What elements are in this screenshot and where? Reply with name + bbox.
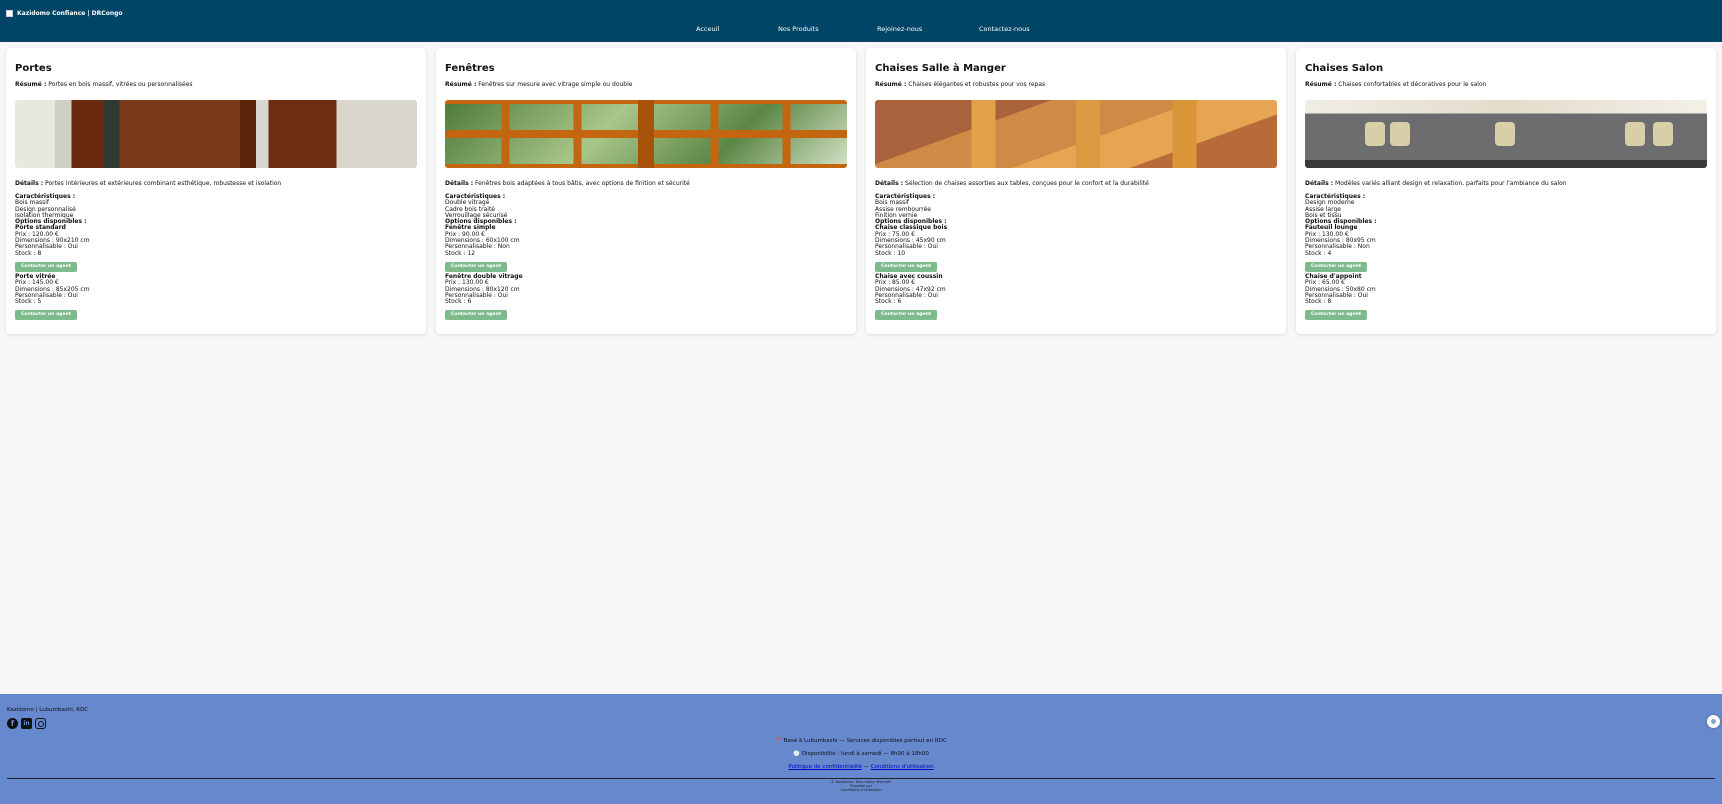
brand-title: Kazidomo Confiance | DRCongo [17, 10, 123, 17]
brand[interactable]: Kazidomo Confiance | DRCongo [6, 10, 123, 17]
pillow-shape [1390, 122, 1410, 146]
product-card-fenetres: Fenêtres Résumé : Fenêtres sur mesure av… [436, 48, 856, 334]
card-title: Chaises Salle à Manger [875, 63, 1006, 74]
footer-brand: Kazidomo | Lubumbashi, RDC [7, 707, 89, 713]
pillow-shape [1365, 122, 1385, 146]
product-card-chaises-salon: Chaises Salon Résumé : Chaises confortab… [1296, 48, 1716, 334]
pillow-shape [1625, 122, 1645, 146]
logo-icon [6, 10, 13, 17]
contact-agent-button[interactable]: Contacter un agent [1305, 261, 1367, 272]
top-navbar: Kazidomo Confiance | DRCongo Acceuil Nos… [0, 0, 1722, 42]
card-specs: Caractéristiques : Bois massif Design per… [15, 193, 90, 322]
footer-availability: 🕘 Disponibilité : lundi à samedi — 8h00 … [793, 751, 929, 757]
linkedin-icon[interactable]: in [21, 718, 32, 729]
footer-legal-links: Politique de confidentialité — Condition… [788, 764, 934, 770]
privacy-link[interactable]: Politique de confidentialité [788, 764, 861, 770]
card-details: Détails : Sélection de chaises assorties… [875, 180, 1149, 187]
instagram-icon[interactable] [35, 718, 46, 729]
nav-join[interactable]: Rejoinez-nous [877, 25, 922, 33]
card-details: Détails : Portes intérieures et extérieu… [15, 180, 282, 187]
card-summary: Résumé : Fenêtres sur mesure avec vitrag… [445, 81, 633, 88]
nav-products[interactable]: Nos Produits [778, 25, 819, 33]
contact-agent-button[interactable]: Contacter un agent [875, 310, 937, 321]
product-image [1305, 100, 1707, 168]
pillow-shape [1653, 122, 1673, 146]
card-specs: Caractéristiques : Design moderne Assise … [1305, 193, 1377, 322]
card-summary: Résumé : Chaises élégantes et robustes p… [875, 81, 1046, 88]
contact-agent-button[interactable]: Contacter un agent [15, 261, 77, 272]
footer: Kazidomo | Lubumbashi, RDC f in 📍 Basé à… [0, 694, 1722, 804]
card-title: Portes [15, 63, 52, 74]
product-image [445, 100, 847, 168]
card-specs: Caractéristiques : Double vitrage Cadre b… [445, 193, 523, 322]
footer-fine-print-2: Conditions d'utilisation [840, 788, 882, 792]
pillow-shape [1495, 122, 1515, 146]
card-title: Fenêtres [445, 63, 495, 74]
terms-link[interactable]: Conditions d'utilisation [871, 764, 934, 770]
nav-contact[interactable]: Contactez-nous [979, 25, 1030, 33]
product-image [875, 100, 1277, 168]
main-nav: Acceuil Nos Produits Rejoinez-nous Conta… [0, 25, 1722, 35]
contact-agent-button[interactable]: Contacter un agent [15, 310, 77, 321]
card-details: Détails : Modèles variés alliant design … [1305, 180, 1567, 187]
contact-agent-button[interactable]: Contacter un agent [1305, 310, 1367, 321]
card-summary: Résumé : Chaises confortables et décorat… [1305, 81, 1487, 88]
card-summary: Résumé : Portes en bois massif, vitrées … [15, 81, 193, 88]
contact-agent-button[interactable]: Contacter un agent [445, 310, 507, 321]
card-details: Détails : Fenêtres bois adaptées à tous … [445, 180, 690, 187]
contact-agent-button[interactable]: Contacter un agent [445, 261, 507, 272]
contact-agent-button[interactable]: Contacter un agent [875, 261, 937, 272]
footer-divider [7, 778, 1715, 779]
nav-home[interactable]: Acceuil [696, 25, 719, 33]
chat-icon[interactable] [1707, 715, 1720, 728]
card-title: Chaises Salon [1305, 63, 1384, 74]
social-links: f in [7, 718, 46, 729]
product-card-portes: Portes Résumé : Portes en bois massif, v… [6, 48, 426, 334]
footer-location: 📍 Basé à Lubumbashi — Services disponibl… [775, 738, 947, 744]
facebook-icon[interactable]: f [7, 718, 18, 729]
card-specs: Caractéristiques : Bois massif Assise rem… [875, 193, 947, 322]
product-image [15, 100, 417, 168]
product-card-chaises-salle: Chaises Salle à Manger Résumé : Chaises … [866, 48, 1286, 334]
